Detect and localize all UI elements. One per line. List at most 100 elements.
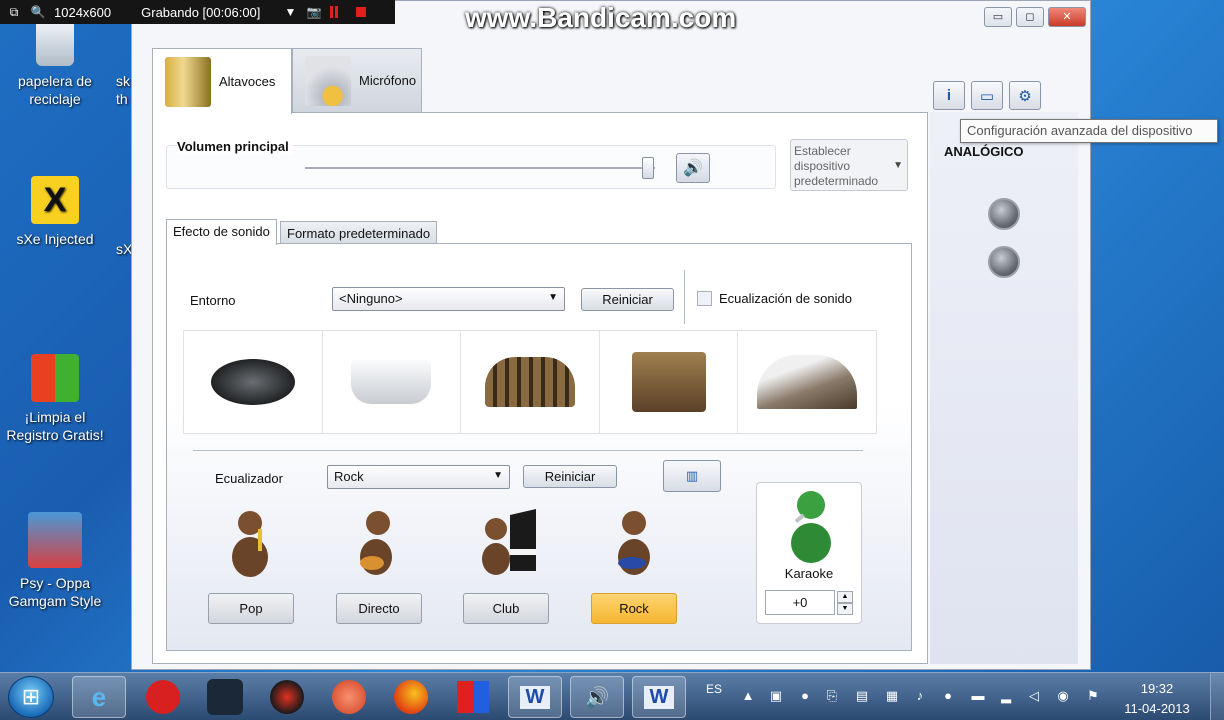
audio-jack-2[interactable] (988, 246, 1020, 278)
taskbar-firefox[interactable] (384, 676, 438, 718)
taskbar-steam[interactable] (198, 676, 252, 718)
audio-jack-1[interactable] (988, 198, 1020, 230)
taskbar-word-2[interactable]: W (632, 676, 686, 718)
minimize-button[interactable]: ▭ (984, 7, 1012, 27)
guitarist-icon (346, 505, 410, 577)
claro-icon (146, 680, 180, 714)
tray-chat-icon[interactable]: ◉ (1055, 688, 1071, 704)
tray-audio-icon[interactable]: ♪ (912, 688, 928, 704)
advanced-settings-button[interactable]: ⚙ (1009, 81, 1041, 110)
start-button[interactable]: ⊞ (8, 676, 54, 718)
env-preset-stone-room[interactable] (600, 331, 739, 433)
taskbar-word-1[interactable]: W (508, 676, 562, 718)
tray-clock[interactable]: 19:32 11-04-2013 (1118, 679, 1196, 719)
equalizer-select[interactable]: Rock ▼ (327, 465, 510, 489)
preset-directo-button[interactable]: Directo (336, 593, 422, 624)
recorder-bar: ⧉ 🔍 1024x600 Grabando [00:06:00] ▼ 📷 (0, 0, 395, 24)
pop-singer-icon (218, 505, 282, 577)
desktop-icon-partial-2[interactable]: sX (116, 240, 132, 258)
taskbar-volume-app[interactable]: 🔊 (570, 676, 624, 718)
taskbar-orb[interactable] (322, 676, 376, 718)
volume-label: Volumen principal (177, 139, 293, 154)
environment-reset-button[interactable]: Reiniciar (581, 288, 674, 311)
spin-down-button[interactable]: ▼ (837, 603, 853, 615)
pause-icon[interactable] (330, 6, 339, 18)
tray-usb-icon[interactable]: ⎘ (824, 688, 840, 704)
battery-button[interactable]: ▭ (971, 81, 1003, 110)
set-default-device-dropdown[interactable]: Establecer dispositivo predeterminado ▼ (790, 139, 908, 191)
tray-volume-icon[interactable]: ◁ (1026, 688, 1042, 704)
env-preset-bathroom[interactable] (323, 331, 462, 433)
internet-explorer-icon: e (91, 681, 107, 712)
tab-microphone[interactable]: Micrófono (292, 48, 422, 112)
desktop-icon-limpia[interactable]: ¡Limpia el Registro Gratis! (0, 354, 110, 444)
env-preset-opera-house[interactable] (738, 331, 876, 433)
equalizer-reset-button[interactable]: Reiniciar (523, 465, 617, 488)
desktop-icon-partial-1[interactable]: sk th (116, 72, 132, 108)
preset-pop-button[interactable]: Pop (208, 593, 294, 624)
tray-network-icon[interactable]: ▣ (768, 688, 784, 704)
equalizer-label: Ecualizador (215, 471, 283, 486)
preset-club-button[interactable]: Club (463, 593, 549, 624)
tray-pdf-icon[interactable]: ▦ (884, 688, 900, 704)
tray-record-icon[interactable]: ● (797, 688, 813, 704)
maximize-button[interactable]: ◻ (1016, 7, 1044, 27)
karaoke-singer-icon (791, 491, 831, 563)
equalization-checkbox[interactable] (697, 291, 712, 306)
tray-expand-icon[interactable]: ▲ (740, 688, 756, 704)
taskbar-claro[interactable] (136, 676, 190, 718)
show-desktop-button[interactable] (1210, 672, 1224, 720)
bandicam-watermark: www.Bandicam.com (465, 2, 737, 33)
camera-icon[interactable]: 📷 (306, 5, 322, 19)
chevron-down-icon: ▼ (548, 292, 558, 303)
language-indicator[interactable]: ES (706, 682, 722, 696)
battery-icon: ▭ (979, 87, 995, 105)
volume-slider-track[interactable] (305, 167, 655, 169)
dropdown-icon[interactable]: ▼ (282, 5, 298, 19)
desktop-icon-recycle-bin[interactable]: papelera de reciclaje (0, 22, 110, 108)
spin-up-button[interactable]: ▲ (837, 591, 853, 603)
taskbar-ie[interactable]: e (72, 676, 126, 718)
tab-default-format[interactable]: Formato predeterminado (280, 221, 438, 244)
orb-app-icon (332, 680, 366, 714)
recorder-resolution: 1024x600 (54, 4, 112, 20)
environment-select[interactable]: <Ninguno> ▼ (332, 287, 565, 311)
desktop-icon-psy[interactable]: Psy - Oppa Gamgam Style (0, 512, 110, 610)
search-icon[interactable]: 🔍 (30, 5, 46, 19)
tray-signal-icon[interactable]: ▂ (998, 688, 1014, 704)
tab-speakers[interactable]: Altavoces (152, 48, 292, 114)
taskbar-app-red[interactable] (260, 676, 314, 718)
sewer-cover-icon (210, 359, 295, 405)
equalizer-settings-button[interactable]: ▥ (663, 460, 721, 492)
gear-icon: ⚙ (1018, 87, 1032, 105)
volume-slider-thumb[interactable] (642, 157, 654, 179)
steam-icon (207, 679, 243, 715)
tab-sound-effect[interactable]: Efecto de sonido (166, 219, 277, 245)
tray-flag-icon[interactable]: ⚑ (1085, 688, 1101, 704)
tray-drive-icon[interactable]: ▬ (970, 688, 986, 704)
stop-icon[interactable] (356, 7, 367, 17)
tray-monitor-icon[interactable]: ▤ (854, 688, 870, 704)
analog-section-title: ANALÓGICO (944, 144, 1024, 159)
preset-rock-button[interactable]: Rock (591, 593, 677, 624)
rock-guitarist-icon (602, 505, 666, 577)
chevron-down-icon: ▼ (493, 470, 503, 481)
equalizer-bars-icon: ▥ (685, 468, 699, 483)
env-preset-sewer[interactable] (184, 331, 323, 433)
tray-orange-icon[interactable]: ● (940, 688, 956, 704)
mute-button[interactable]: 🔊 (676, 153, 710, 183)
taskbar-toybox[interactable] (446, 676, 500, 718)
opera-house-icon (757, 355, 858, 409)
speakers-icon (165, 56, 211, 107)
microphone-icon (305, 55, 351, 106)
word-icon: W (643, 685, 675, 709)
env-preset-colosseum[interactable] (461, 331, 600, 433)
desktop-icon-sxe[interactable]: X sXe Injected (0, 176, 110, 248)
window-controls: ▭ ◻ ✕ (984, 7, 1086, 27)
info-button[interactable]: i (933, 81, 965, 110)
close-button[interactable]: ✕ (1048, 7, 1086, 27)
karaoke-value-field[interactable]: +0 (765, 590, 835, 615)
karaoke-label: Karaoke (784, 566, 834, 581)
window-icon[interactable]: ⧉ (6, 5, 22, 19)
environment-label: Entorno (190, 293, 236, 308)
